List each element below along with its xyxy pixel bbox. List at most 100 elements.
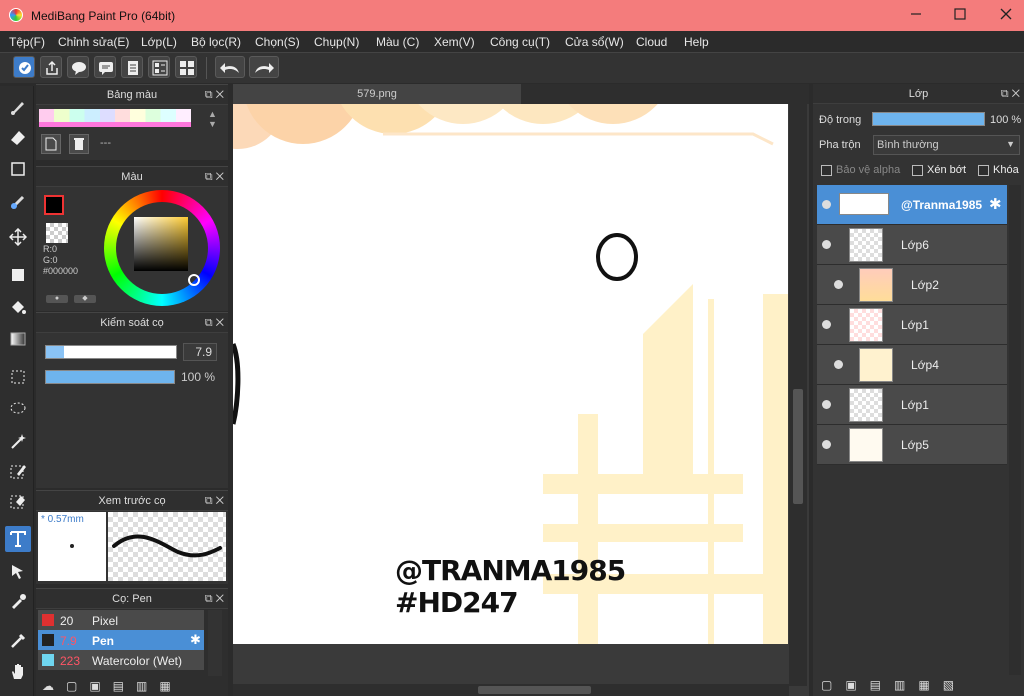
canvas-horizontal-scrollbar[interactable] bbox=[233, 684, 789, 696]
layer-item-watermark[interactable]: @Tranma1985 ✱ bbox=[817, 185, 1007, 225]
maximize-button[interactable] bbox=[950, 6, 970, 26]
brush-item-size: 20 bbox=[60, 614, 74, 628]
title-bar: MediBang Paint Pro (64bit) bbox=[0, 0, 1024, 31]
palette-scroll-arrows[interactable]: ▲ ▼ bbox=[208, 109, 217, 129]
menu-snap[interactable]: Chụp(N) bbox=[314, 35, 359, 49]
panel-float-close-icon[interactable]: ⧉ ✕ bbox=[205, 313, 224, 333]
gradient-tool[interactable] bbox=[5, 326, 31, 352]
primary-color-swatch[interactable] bbox=[44, 195, 64, 215]
lock-checkbox[interactable]: Khóa bbox=[978, 164, 1019, 176]
lasso-tool[interactable] bbox=[5, 396, 31, 422]
operation-tool[interactable] bbox=[5, 558, 31, 584]
fill-rect-tool[interactable] bbox=[5, 262, 31, 288]
layer-visibility-icon[interactable] bbox=[834, 360, 843, 369]
document-tab[interactable]: 579.png bbox=[233, 84, 521, 104]
minimize-button[interactable] bbox=[906, 6, 926, 26]
brush-size-value[interactable]: 7.9 bbox=[183, 343, 217, 361]
share-button[interactable] bbox=[40, 56, 62, 78]
layer-actions-bar[interactable]: ▢▣▤▥▦▧ bbox=[821, 678, 1001, 694]
color-picker-button[interactable]: ◆ bbox=[74, 295, 96, 303]
brush-item-watercolor[interactable]: 223 Watercolor (Wet) bbox=[38, 650, 204, 670]
eraser-tool[interactable] bbox=[5, 124, 31, 150]
menu-window[interactable]: Cửa sổ(W) bbox=[565, 35, 624, 49]
hand-tool[interactable] bbox=[5, 658, 31, 684]
close-button[interactable] bbox=[996, 6, 1016, 26]
select-eraser-tool[interactable] bbox=[5, 488, 31, 514]
palette-swatches[interactable] bbox=[39, 109, 191, 123]
list-button[interactable] bbox=[148, 56, 170, 78]
transparent-color-swatch[interactable] bbox=[46, 223, 68, 243]
horizontal-scroll-thumb[interactable] bbox=[478, 686, 591, 694]
dropper-tool[interactable] bbox=[5, 588, 31, 614]
tool-sidebar bbox=[0, 86, 34, 696]
layer-item[interactable]: Lớp1 bbox=[817, 305, 1007, 345]
layer-list-scrollbar[interactable] bbox=[1009, 185, 1021, 675]
cloud-check-button[interactable] bbox=[13, 56, 35, 78]
menu-filter[interactable]: Bộ lọc(R) bbox=[191, 35, 241, 49]
hue-marker[interactable] bbox=[188, 274, 200, 286]
delete-palette-button[interactable] bbox=[69, 134, 89, 154]
vertical-scroll-thumb[interactable] bbox=[793, 389, 803, 504]
redo-button[interactable] bbox=[249, 56, 279, 78]
layer-opacity-slider[interactable] bbox=[872, 112, 985, 126]
select-pen-tool[interactable] bbox=[5, 458, 31, 484]
layer-visibility-icon[interactable] bbox=[822, 240, 831, 249]
brush-item-pixel[interactable]: 20 Pixel bbox=[38, 610, 204, 630]
layer-visibility-icon[interactable] bbox=[822, 320, 831, 329]
magic-wand-tool[interactable] bbox=[5, 428, 31, 454]
menu-cloud[interactable]: Cloud bbox=[636, 35, 667, 49]
brush-opacity-slider[interactable] bbox=[45, 370, 175, 384]
panel-float-close-icon[interactable]: ⧉ ✕ bbox=[205, 85, 224, 105]
select-rect-tool[interactable] bbox=[5, 364, 31, 390]
layer-item[interactable]: Lớp5 bbox=[817, 425, 1007, 465]
shape-tool[interactable] bbox=[5, 156, 31, 182]
brush-item-size: 7.9 bbox=[60, 634, 77, 648]
menu-layer[interactable]: Lớp(L) bbox=[141, 35, 177, 49]
chat-button[interactable] bbox=[94, 56, 116, 78]
panel-float-close-icon[interactable]: ⧉ ✕ bbox=[205, 589, 224, 609]
layer-visibility-icon[interactable] bbox=[822, 400, 831, 409]
layer-item[interactable]: Lớp2 bbox=[817, 265, 1007, 305]
panel-float-close-icon[interactable]: ⧉ ✕ bbox=[1001, 84, 1020, 104]
saturation-value-square[interactable] bbox=[134, 217, 188, 271]
color-mode-button[interactable]: ● bbox=[46, 295, 68, 303]
brush-size-slider[interactable] bbox=[45, 345, 177, 359]
layer-visibility-icon[interactable] bbox=[822, 200, 831, 209]
new-palette-button[interactable] bbox=[41, 134, 61, 154]
layer-item[interactable]: Lớp6 bbox=[817, 225, 1007, 265]
menu-file[interactable]: Tệp(F) bbox=[9, 35, 45, 49]
panel-float-close-icon[interactable]: ⧉ ✕ bbox=[205, 491, 224, 511]
comment-button[interactable] bbox=[67, 56, 89, 78]
menu-edit[interactable]: Chỉnh sửa(E) bbox=[58, 35, 129, 49]
blur-brush-tool[interactable] bbox=[5, 189, 31, 215]
brush-list-actions[interactable]: ☁▢▣▤▥▦ bbox=[42, 679, 222, 695]
menu-color[interactable]: Màu (C) bbox=[376, 35, 419, 49]
layer-item[interactable]: Lớp4 bbox=[817, 345, 1007, 385]
undo-button[interactable] bbox=[215, 56, 245, 78]
brush-tool[interactable] bbox=[5, 94, 31, 120]
gear-icon[interactable]: ✱ bbox=[989, 195, 1002, 213]
clipping-checkbox[interactable]: Xén bớt bbox=[912, 164, 966, 176]
grid-button[interactable] bbox=[175, 56, 197, 78]
menu-tools[interactable]: Công cụ(T) bbox=[490, 35, 550, 49]
document-button[interactable] bbox=[121, 56, 143, 78]
layer-visibility-icon[interactable] bbox=[834, 280, 843, 289]
menu-help[interactable]: Help bbox=[684, 35, 709, 49]
brush-item-pen[interactable]: 7.9 Pen ✱ bbox=[38, 630, 204, 650]
panel-float-close-icon[interactable]: ⧉ ✕ bbox=[205, 167, 224, 187]
layer-visibility-icon[interactable] bbox=[822, 440, 831, 449]
palette-swatches-row2[interactable] bbox=[39, 122, 191, 127]
move-tool[interactable] bbox=[5, 224, 31, 250]
brush-list-scrollbar[interactable] bbox=[208, 610, 222, 676]
blend-mode-select[interactable]: Bình thường ▼ bbox=[873, 135, 1020, 155]
protect-alpha-checkbox[interactable]: Bảo vệ alpha bbox=[821, 164, 900, 176]
menu-select[interactable]: Chọn(S) bbox=[255, 35, 300, 49]
text-tool[interactable] bbox=[5, 526, 31, 552]
pipette-tool[interactable] bbox=[5, 628, 31, 654]
layer-item[interactable]: Lớp1 bbox=[817, 385, 1007, 425]
bucket-tool[interactable] bbox=[5, 294, 31, 320]
canvas-vertical-scrollbar[interactable] bbox=[789, 104, 807, 686]
gear-icon[interactable]: ✱ bbox=[190, 632, 201, 648]
menu-view[interactable]: Xem(V) bbox=[434, 35, 475, 49]
drawing-canvas[interactable]: @TRANMA1985 #HD247 bbox=[233, 104, 788, 644]
